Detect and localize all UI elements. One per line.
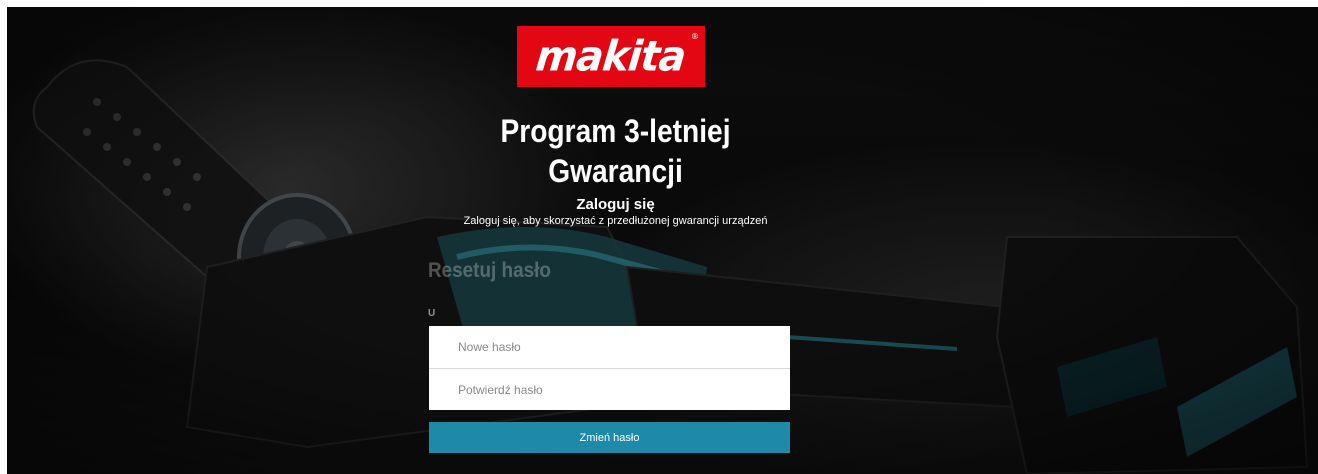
login-heading: Zaloguj się: [576, 196, 655, 213]
small-label-mark: U: [428, 308, 436, 319]
change-password-button[interactable]: Zmień hasło: [429, 422, 790, 453]
confirm-password-input[interactable]: [429, 368, 790, 410]
logo-wordmark: makita: [533, 32, 689, 81]
login-subtitle: Zaloguj się, aby skorzystać z przedłużon…: [463, 215, 768, 227]
reset-password-heading: Resetuj hasło: [428, 259, 551, 282]
page-frame: makita ® Program 3-letniej Gwarancji Zal…: [7, 7, 1318, 474]
makita-logo: makita ®: [517, 26, 705, 87]
registered-mark: ®: [691, 32, 699, 41]
new-password-input[interactable]: [429, 326, 790, 368]
page-title: Program 3-letniej Gwarancji: [500, 113, 731, 189]
